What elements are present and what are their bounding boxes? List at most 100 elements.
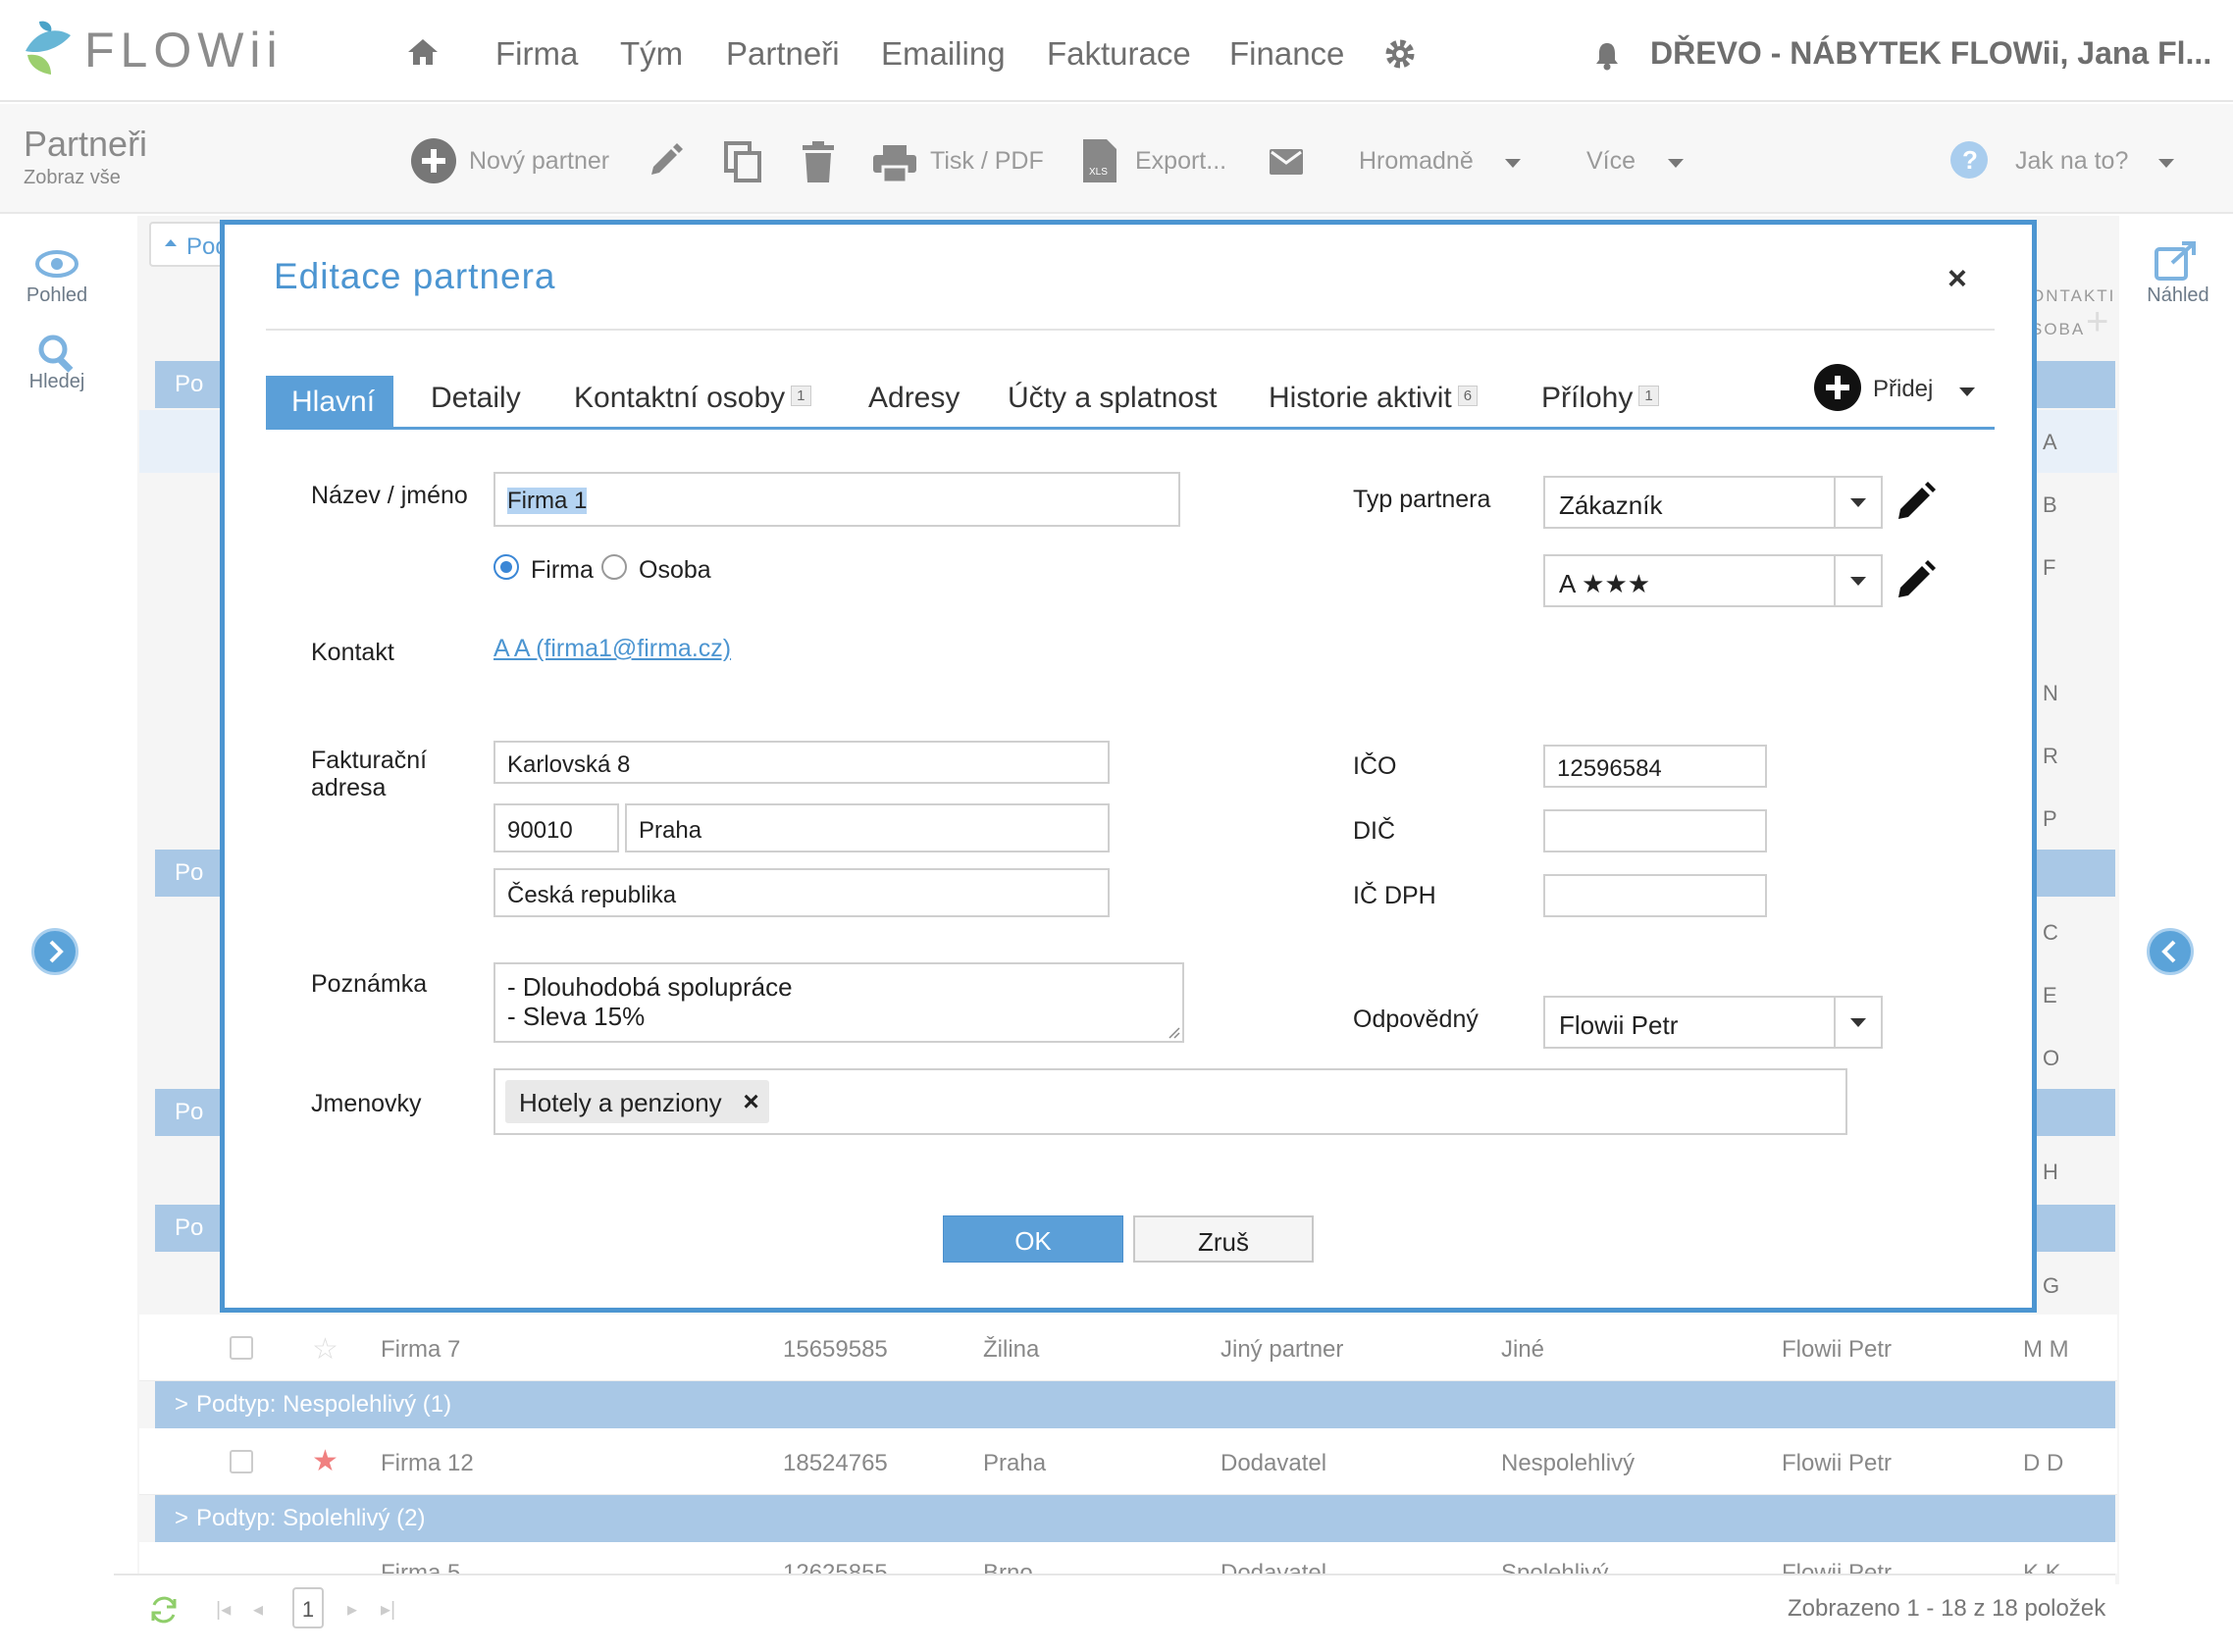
nav-partneri[interactable]: Partneři — [726, 35, 840, 73]
group-bar-partial[interactable]: Po — [155, 361, 226, 408]
print-pdf-button[interactable]: Tisk / PDF — [930, 147, 1044, 176]
partner-type-select[interactable]: Zákazník — [1543, 476, 1883, 529]
edit-rating-pencil-icon[interactable] — [1896, 560, 1936, 599]
select-arrow[interactable] — [1834, 556, 1881, 605]
home-icon[interactable] — [406, 37, 440, 67]
flowii-logo-icon[interactable] — [22, 18, 73, 80]
refresh-icon[interactable] — [149, 1595, 179, 1625]
expand-left-button[interactable] — [31, 928, 78, 975]
group-bar-partial[interactable]: Po — [155, 850, 226, 897]
dic-input[interactable] — [1543, 809, 1767, 852]
page-subtitle[interactable]: Zobraz vše — [24, 167, 121, 189]
chevron-down-icon[interactable] — [1959, 387, 1975, 396]
tag-chip[interactable]: Hotely a penziony × — [505, 1080, 769, 1123]
add-circle-icon[interactable] — [1814, 364, 1861, 411]
zip-input[interactable]: 90010 — [493, 803, 619, 852]
tab-contact-persons[interactable]: Kontaktní osoby 1 — [574, 382, 811, 415]
nav-emailing[interactable]: Emailing — [881, 35, 1006, 73]
remove-tag-icon[interactable]: × — [743, 1086, 758, 1117]
cell-name[interactable]: Firma 12 — [381, 1450, 474, 1477]
bulk-dropdown[interactable]: Hromadně — [1359, 147, 1474, 176]
prev-page-icon[interactable]: ◂ — [253, 1597, 263, 1622]
plus-circle-icon[interactable] — [410, 137, 457, 184]
first-page-icon[interactable]: |◂ — [216, 1597, 231, 1622]
trash-icon[interactable] — [803, 141, 834, 182]
street-input[interactable]: Karlovská 8 — [493, 741, 1110, 784]
star-icon[interactable]: ☆ — [312, 1332, 338, 1367]
select-arrow[interactable] — [1834, 998, 1881, 1047]
bell-icon[interactable] — [1594, 41, 1620, 71]
add-dropdown[interactable]: Přidej — [1873, 376, 1933, 403]
eye-icon[interactable] — [35, 249, 78, 279]
row-checkbox[interactable] — [230, 1450, 253, 1473]
envelope-icon[interactable] — [1270, 149, 1303, 175]
preview-button[interactable]: Náhled — [2139, 284, 2217, 307]
more-dropdown[interactable]: Více — [1586, 147, 1636, 176]
printer-icon[interactable] — [873, 145, 916, 182]
nav-fakturace[interactable]: Fakturace — [1047, 35, 1191, 73]
tab-main[interactable]: Hlavní — [266, 376, 393, 429]
ok-button[interactable]: OK — [943, 1215, 1123, 1263]
tab-addresses[interactable]: Adresy — [868, 382, 960, 415]
help-icon[interactable]: ? — [1950, 141, 1988, 179]
name-input[interactable]: Firma 1 — [493, 472, 1180, 527]
expand-right-button[interactable] — [2147, 928, 2194, 975]
radio-company[interactable] — [493, 554, 519, 580]
chevron-down-icon[interactable] — [1668, 159, 1684, 168]
page-number[interactable]: 1 — [292, 1587, 324, 1628]
nav-tym[interactable]: Tým — [620, 35, 683, 73]
cell-name[interactable]: Firma 5 — [381, 1560, 460, 1574]
owner-select[interactable]: Flowii Petr — [1543, 996, 1883, 1049]
group-bar-partial[interactable]: Po — [155, 1089, 226, 1136]
logo-text[interactable]: FLOWii — [84, 22, 284, 78]
copy-icon[interactable] — [724, 141, 761, 182]
nav-finance[interactable]: Finance — [1229, 35, 1344, 73]
rating-select[interactable]: A ★★★ — [1543, 554, 1883, 607]
last-page-icon[interactable]: ▸| — [381, 1597, 395, 1622]
new-partner-button[interactable]: Nový partner — [469, 147, 609, 176]
tab-activity-history[interactable]: Historie aktivit 6 — [1269, 382, 1479, 415]
country-input[interactable]: Česká republika — [493, 868, 1110, 917]
cell-name[interactable]: Firma 7 — [381, 1336, 460, 1364]
add-column-icon[interactable]: + — [2086, 300, 2108, 344]
group-bar-partial[interactable]: Po — [155, 1205, 226, 1252]
pencil-icon[interactable] — [648, 143, 683, 179]
xls-file-icon[interactable]: XLS — [1083, 139, 1116, 182]
radio-company-label[interactable]: Firma — [531, 556, 594, 585]
note-textarea[interactable]: - Dlouhodobá spolupráce - Sleva 15% — [493, 962, 1184, 1043]
external-link-icon[interactable] — [2155, 241, 2198, 281]
city-input[interactable]: Praha — [625, 803, 1110, 852]
search-button[interactable]: Hledej — [18, 371, 96, 393]
select-arrow[interactable] — [1834, 478, 1881, 527]
nav-firma[interactable]: Firma — [495, 35, 578, 73]
group-bar-reliable[interactable]: > Podtyp: Spolehlivý (2) — [155, 1495, 2115, 1542]
row-checkbox[interactable] — [230, 1336, 253, 1360]
ico-input[interactable]: 12596584 — [1543, 745, 1767, 788]
tab-accounts[interactable]: Účty a splatnost — [1008, 382, 1217, 415]
radio-person-label[interactable]: Osoba — [639, 556, 711, 585]
help-dropdown[interactable]: Jak na to? — [2015, 147, 2128, 176]
gear-icon[interactable] — [1383, 37, 1417, 71]
radio-person[interactable] — [601, 554, 627, 580]
star-filled-icon[interactable]: ★ — [312, 1444, 338, 1478]
table-row[interactable]: ☆ Firma 7 15659585 Žilina Jiný partner J… — [139, 1315, 2117, 1381]
tab-attachments[interactable]: Přílohy 1 — [1541, 382, 1659, 415]
close-icon[interactable]: × — [1947, 260, 1967, 298]
edit-partner-type-pencil-icon[interactable] — [1896, 482, 1936, 521]
company-user-name[interactable]: DŘEVO - NÁBYTEK FLOWii, Jana Fl... — [1650, 35, 2211, 72]
table-row-partial[interactable]: Firma 5 12625855 Brno Dodavatel Spolehli… — [139, 1542, 2117, 1574]
search-icon[interactable] — [37, 334, 77, 373]
resize-handle-icon[interactable] — [1167, 1025, 1180, 1039]
export-button[interactable]: Export... — [1135, 147, 1226, 176]
cancel-button[interactable]: Zruš — [1133, 1215, 1314, 1263]
table-row[interactable]: ★ Firma 12 18524765 Praha Dodavatel Nesp… — [139, 1428, 2117, 1495]
group-bar-unreliable[interactable]: > Podtyp: Nespolehlivý (1) — [155, 1381, 2115, 1428]
next-page-icon[interactable]: ▸ — [347, 1597, 357, 1622]
icdph-input[interactable] — [1543, 874, 1767, 917]
contact-link[interactable]: A A (firma1@firma.cz) — [493, 635, 731, 663]
view-button[interactable]: Pohled — [18, 284, 96, 307]
chevron-down-icon[interactable] — [2158, 159, 2174, 168]
tab-details[interactable]: Detaily — [431, 382, 521, 415]
tags-input[interactable]: Hotely a penziony × — [493, 1068, 1847, 1135]
chevron-down-icon[interactable] — [1505, 159, 1521, 168]
